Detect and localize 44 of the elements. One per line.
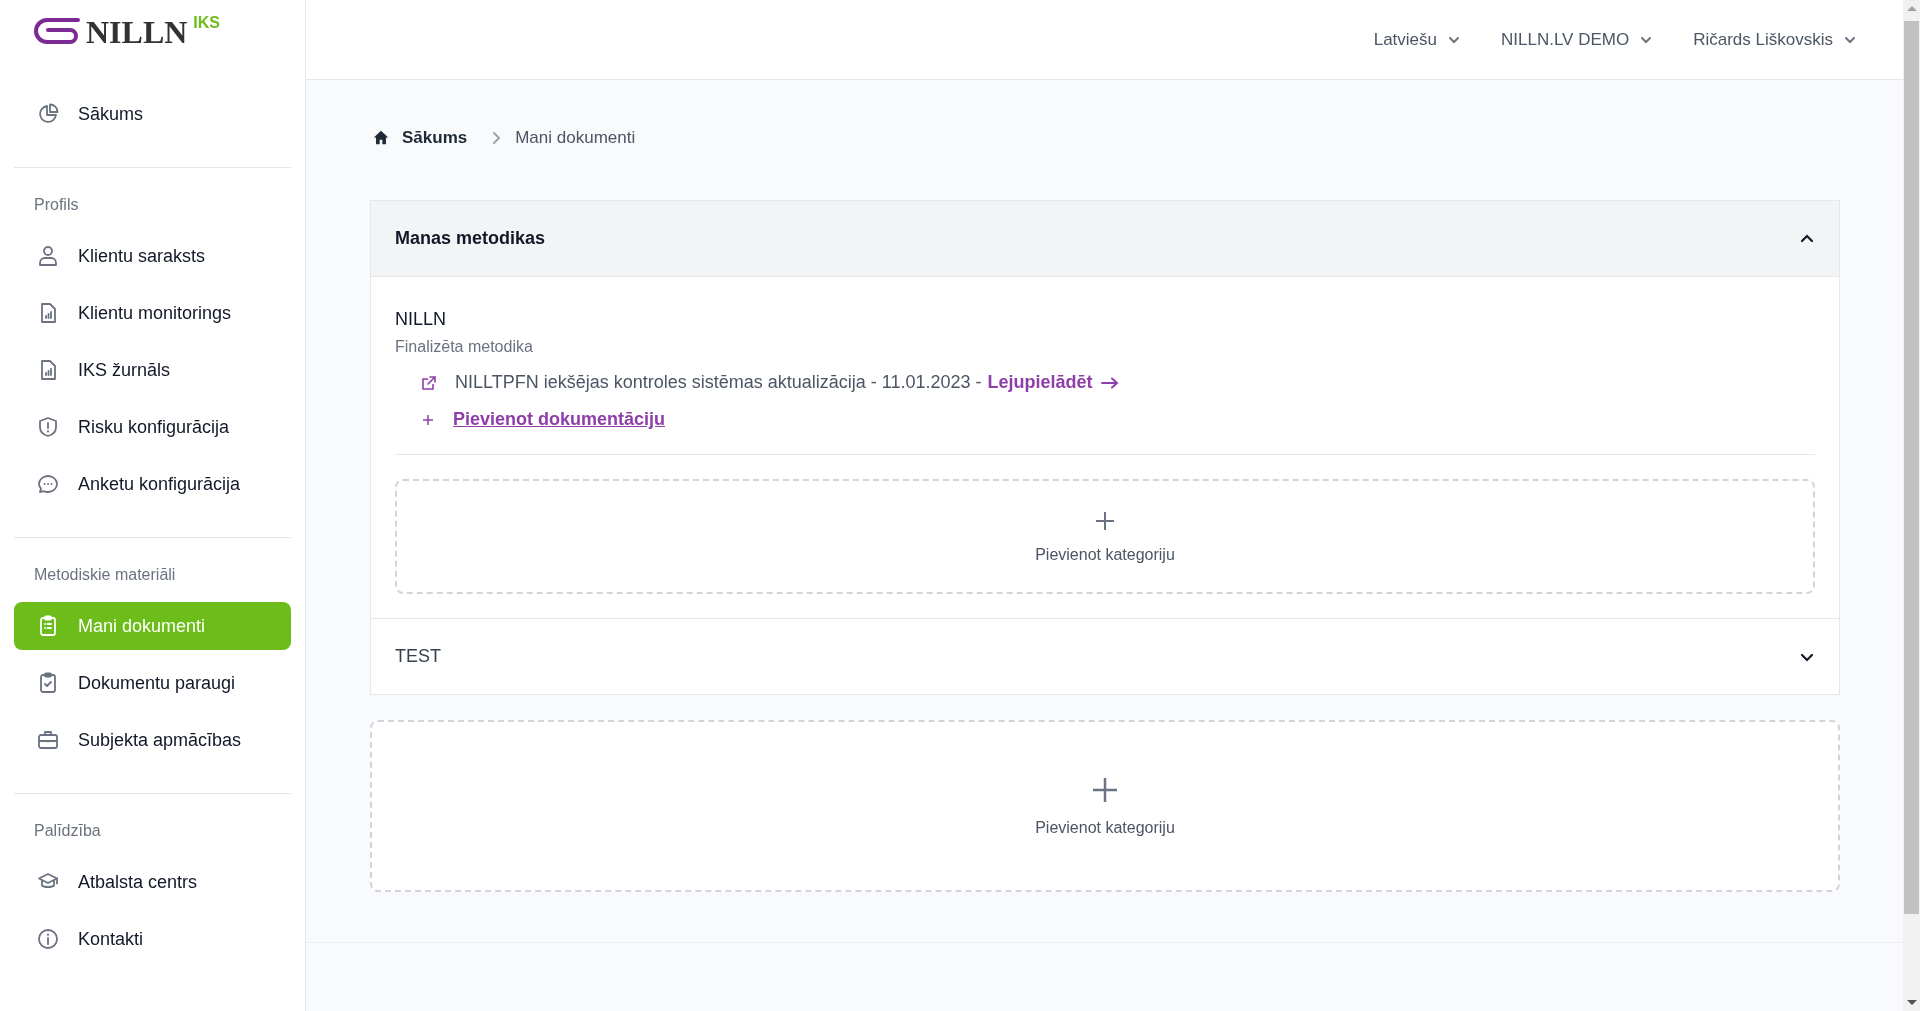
nav-item[interactable]: Klientu saraksts [14, 232, 291, 280]
plus-icon [1090, 775, 1120, 805]
paperclip-logo-icon [34, 16, 82, 46]
section-heading: Palīdzība [33, 821, 102, 841]
nav-item[interactable]: Subjekta apmācības [14, 716, 291, 764]
shield-icon [36, 415, 60, 439]
dropdown-menu[interactable]: NILLN.LV DEMO [1501, 29, 1654, 50]
nav-item[interactable]: Kontakti [14, 915, 291, 963]
pie-chart-icon [36, 102, 60, 126]
add-category-button[interactable]: Pievienot kategoriju [395, 479, 1815, 594]
plus-icon [421, 412, 435, 427]
category-header[interactable]: Manas metodikas [371, 201, 1839, 277]
info-icon [36, 927, 60, 951]
method-status: Finalizēta metodika [395, 338, 534, 356]
logo-suffix: IKS [193, 14, 221, 32]
add-documentation-link[interactable]: Pievienot dokumentāciju [453, 409, 666, 430]
arrow-right-icon [1100, 376, 1119, 389]
logo-text: NILLN [86, 14, 188, 50]
dropdown-menu[interactable]: Ričards Liškovskis [1693, 29, 1857, 50]
dropdown-menu[interactable]: Latviešu [1373, 29, 1461, 50]
breadcrumb-link[interactable]: Mani dokumenti [515, 128, 636, 148]
scrollbar[interactable] [1903, 0, 1920, 1011]
user-icon [36, 244, 60, 268]
download-link[interactable]: Lejupielādēt [987, 372, 1119, 393]
category-title: TEST [395, 646, 441, 667]
category-title: Manas metodikas [395, 228, 546, 249]
briefcase-icon [36, 728, 60, 752]
nav-item[interactable]: Sākums [14, 90, 291, 138]
nav-item[interactable]: Klientu monitorings [14, 289, 291, 337]
section-heading: Metodiskie materiāli [33, 565, 177, 585]
method-name: NILLN [395, 309, 448, 330]
nav-item[interactable]: Risku konfigurācija [14, 403, 291, 451]
plus-icon [1094, 509, 1116, 532]
section-heading: Profils [33, 195, 80, 215]
nav-item[interactable]: IKS žurnāls [14, 346, 291, 394]
external-link-icon [421, 374, 437, 391]
add-category-button[interactable]: Pievienot kategoriju [370, 720, 1840, 892]
document-title: NILLTPFN iekšējas kontroles sistēmas aktualizācija - 11.01.2023 - [455, 372, 982, 393]
chat-icon [36, 472, 60, 496]
nav-item[interactable]: Atbalsta centrs [14, 858, 291, 906]
nav-item[interactable]: Anketu konfigurācija [14, 460, 291, 508]
breadcrumb-link[interactable]: Sākums [402, 128, 468, 148]
home-icon [372, 129, 390, 147]
nav-item[interactable]: Dokumentu paraugi [14, 659, 291, 707]
